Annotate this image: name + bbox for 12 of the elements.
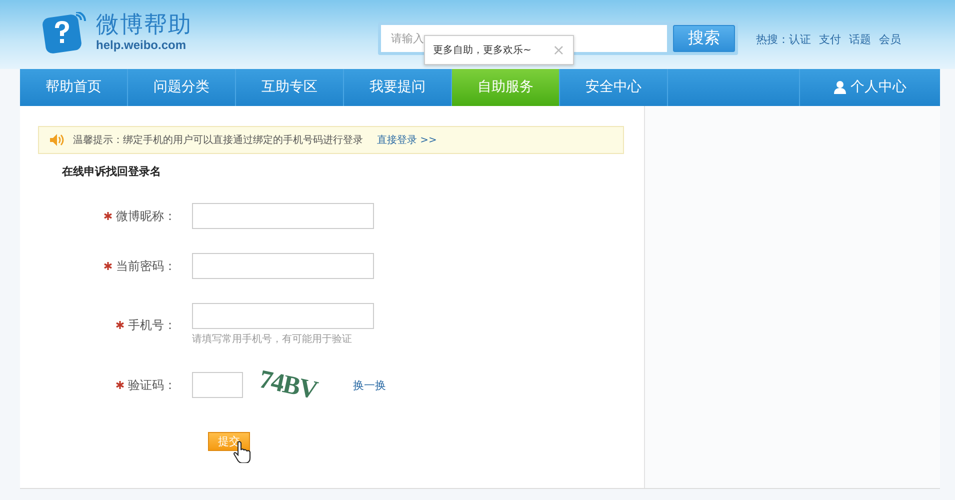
tooltip-text: 更多自助，更多欢乐~ [433, 44, 532, 57]
hint-text: 请填写常用手机号，有可能用于验证 [192, 332, 353, 346]
captcha-text: 74BV [256, 364, 320, 406]
field-label: 微博昵称： [20, 203, 192, 229]
field-label: 当前密码： [20, 253, 192, 279]
field-label: 手机号： [20, 303, 192, 346]
notice-text: 温馨提示：绑定手机的用户可以直接通过绑定的手机号码进行登录 [73, 134, 363, 147]
field-label: 验证码： [20, 370, 192, 400]
form-title: 在线申诉找回登录名 [62, 164, 162, 179]
logo-subtitle: help.weibo.com [96, 38, 188, 52]
logo-title: 微博帮助 [96, 12, 192, 38]
hot-search-label: 热搜： [756, 32, 789, 47]
